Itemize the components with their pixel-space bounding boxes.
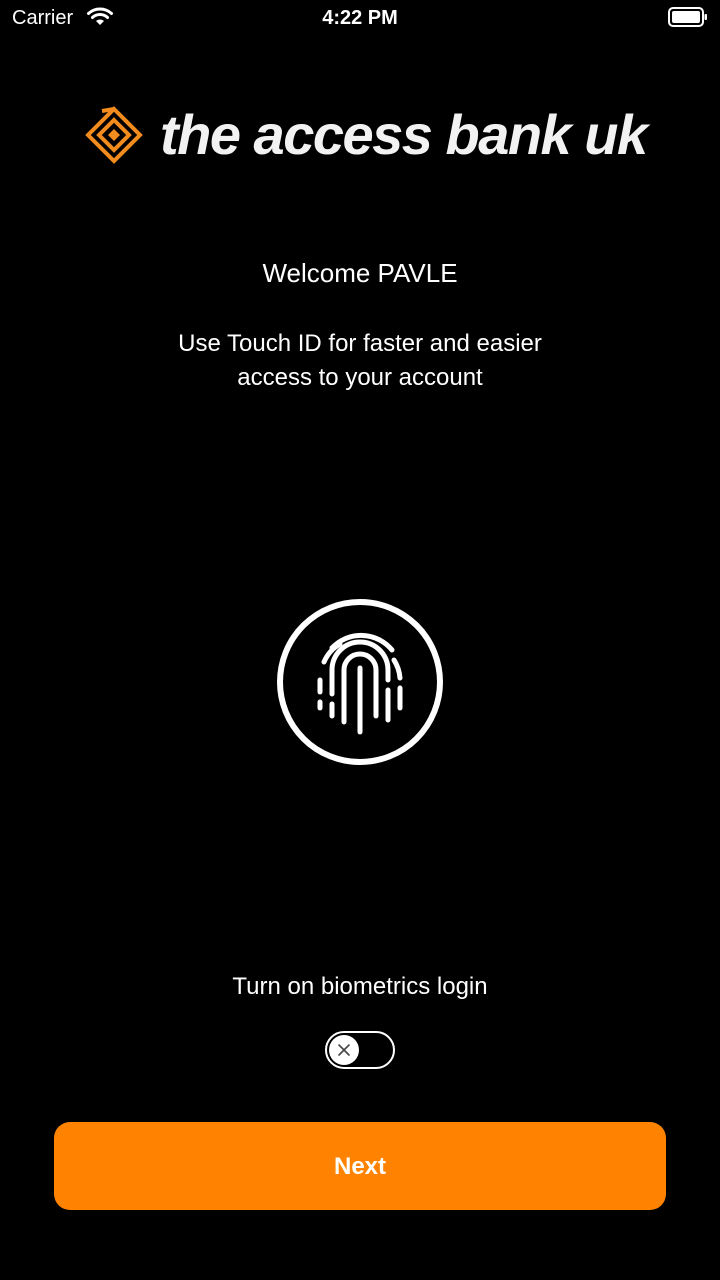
toggle-knob xyxy=(329,1035,359,1065)
status-bar: Carrier 4:22 PM xyxy=(0,0,720,40)
touch-id-description: Use Touch ID for faster and easier acces… xyxy=(178,330,542,391)
biometrics-toggle[interactable] xyxy=(325,1031,395,1069)
status-time: 4:22 PM xyxy=(322,7,398,29)
access-bank-logo-icon xyxy=(84,105,144,165)
fingerprint-icon xyxy=(276,598,444,766)
welcome-heading: Welcome PAVLE xyxy=(262,258,458,288)
battery-full-icon xyxy=(668,7,708,27)
close-icon xyxy=(338,1044,350,1056)
bank-logo: the access bank uk xyxy=(84,100,648,170)
next-button[interactable]: Next xyxy=(54,1122,666,1210)
logo-wordmark: the access bank uk xyxy=(160,103,648,166)
biometrics-toggle-label: Turn on biometrics login xyxy=(232,973,488,1000)
